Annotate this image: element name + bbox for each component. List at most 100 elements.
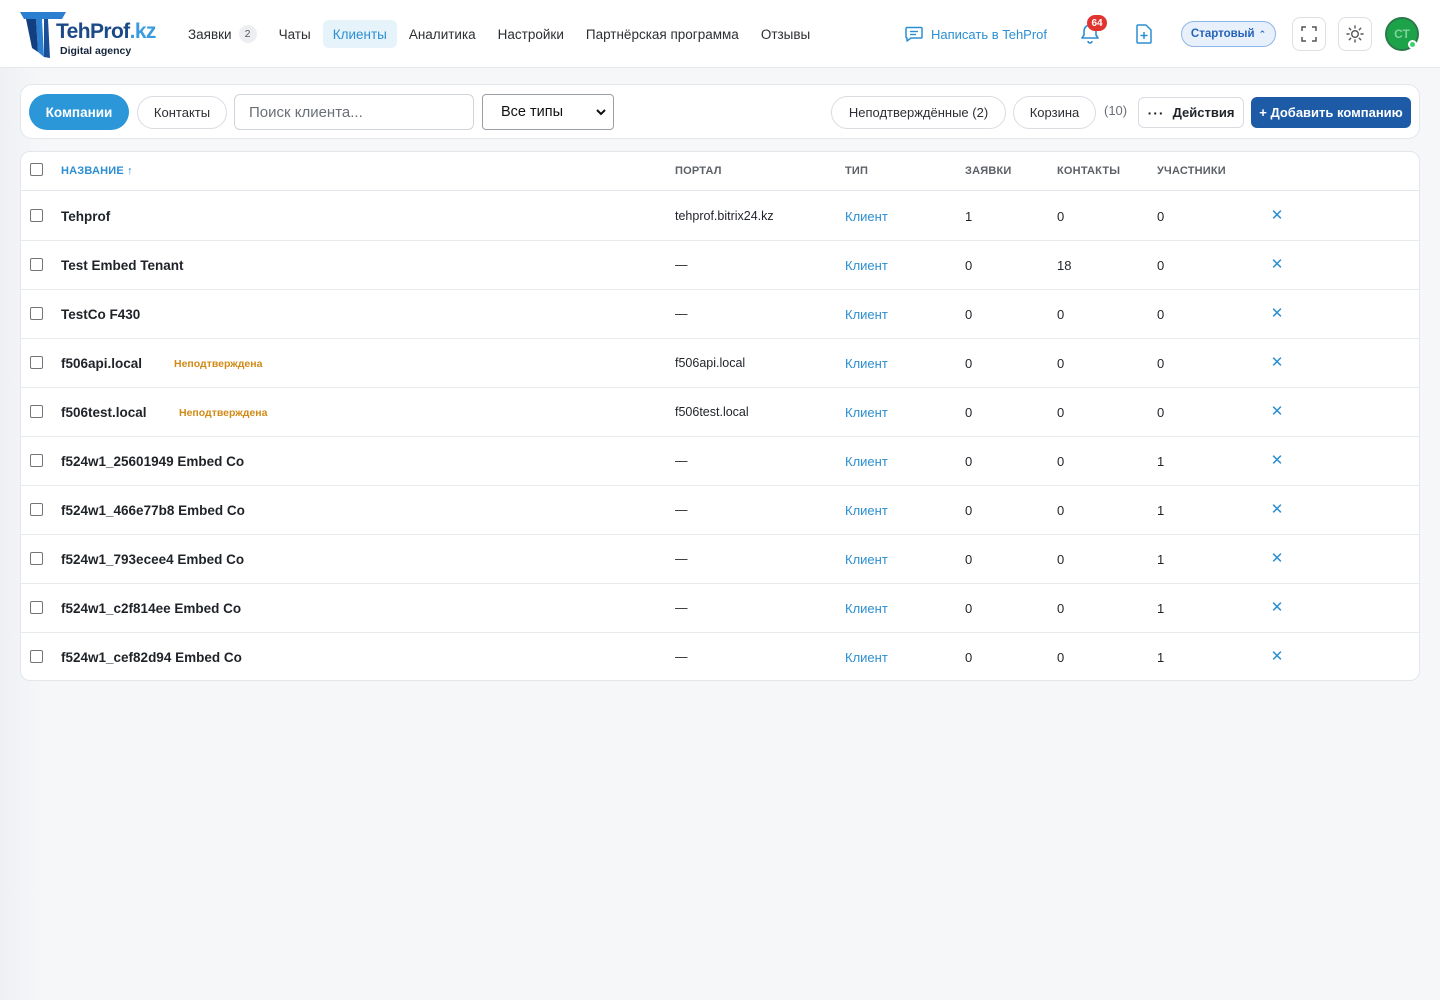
theme-toggle-button[interactable] [1338,17,1372,51]
close-icon: ✕ [1270,305,1284,322]
row-checkbox[interactable] [30,209,43,222]
table-row[interactable]: f524w1_cef82d94 Embed Co — Клиент 0 0 1 ✕ [21,633,1419,680]
table-row[interactable]: f506api.local Неподтверждена f506api.local… [21,339,1419,388]
main-nav: Заявки 2 Чаты Клиенты Аналитика Настройк… [178,20,822,48]
column-header-name[interactable]: НАЗВАНИЕ ↑ [61,165,133,177]
company-type[interactable]: Клиент [845,503,888,518]
close-icon: ✕ [1270,207,1284,224]
actions-button[interactable]: ··· Действия [1138,97,1244,128]
company-contacts: 18 [1057,258,1072,273]
company-name[interactable]: Test Embed Tenant [61,258,184,273]
company-members: 0 [1157,209,1165,224]
nav-item-clients[interactable]: Клиенты [322,20,397,48]
table-row[interactable]: f524w1_793ecee4 Embed Co — Клиент 0 0 1 ✕ [21,535,1419,584]
company-portal: — [675,454,688,468]
company-contacts: 0 [1057,454,1065,469]
company-members: 1 [1157,601,1165,616]
company-name[interactable]: f524w1_cef82d94 Embed Co [61,650,242,665]
write-to-tehprof-link[interactable]: Написать в TehProf [905,24,1047,44]
table-header: НАЗВАНИЕ ↑ ПОРТАЛ ТИП ЗАЯВКИ КОНТАКТЫ УЧ… [21,152,1419,191]
company-contacts: 0 [1057,503,1065,518]
company-name[interactable]: f524w1_25601949 Embed Co [61,454,244,469]
add-company-button[interactable]: + Добавить компанию [1251,97,1411,128]
table-row[interactable]: f524w1_25601949 Embed Co — Клиент 0 0 1 ✕ [21,437,1419,486]
tab-contacts[interactable]: Контакты [137,96,227,129]
company-type[interactable]: Клиент [845,258,888,273]
nav-item-label: Отзывы [760,26,811,42]
company-name[interactable]: f524w1_793ecee4 Embed Co [61,552,244,567]
fullscreen-button[interactable] [1292,17,1326,51]
column-header-contacts: КОНТАКТЫ [1057,165,1121,177]
company-name[interactable]: TestCo F430 [61,307,140,322]
table-row[interactable]: Tehprof tehprof.bitrix24.kz Клиент 1 0 0 ✕ [21,192,1419,241]
delete-row-button[interactable]: ✕ [1270,403,1284,420]
company-name[interactable]: f506test.local [61,405,147,420]
table-row[interactable]: f524w1_c2f814ee Embed Co — Клиент 0 0 1 ✕ [21,584,1419,633]
table-row[interactable]: Test Embed Tenant — Клиент 0 18 0 ✕ [21,241,1419,290]
table-row[interactable]: f524w1_466e77b8 Embed Co — Клиент 0 0 1 ✕ [21,486,1419,535]
type-filter-select[interactable]: Все типы [482,94,614,130]
company-name[interactable]: f524w1_466e77b8 Embed Co [61,503,245,518]
delete-row-button[interactable]: ✕ [1270,256,1284,273]
company-portal: — [675,307,688,321]
delete-row-button[interactable]: ✕ [1270,648,1284,665]
nav-item-analytics[interactable]: Аналитика [399,20,486,48]
company-members: 1 [1157,503,1165,518]
delete-row-button[interactable]: ✕ [1270,354,1284,371]
row-checkbox[interactable] [30,454,43,467]
tab-companies[interactable]: Компании [29,94,129,130]
row-checkbox[interactable] [30,258,43,271]
trash-button[interactable]: Корзина [1013,96,1096,129]
nav-item-reviews[interactable]: Отзывы [751,20,820,48]
row-checkbox[interactable] [30,503,43,516]
company-type[interactable]: Клиент [845,307,888,322]
company-type[interactable]: Клиент [845,650,888,665]
row-checkbox[interactable] [30,601,43,614]
delete-row-button[interactable]: ✕ [1270,599,1284,616]
company-type[interactable]: Клиент [845,209,888,224]
nav-item-settings[interactable]: Настройки [488,20,574,48]
table-row[interactable]: f506test.local Неподтверждена f506test.loc… [21,388,1419,437]
company-contacts: 0 [1057,405,1065,420]
row-checkbox[interactable] [30,552,43,565]
plan-selector[interactable]: Стартовый ⌃ [1181,21,1276,47]
company-type[interactable]: Клиент [845,601,888,616]
chevron-down-icon [596,109,606,116]
logo[interactable]: TehProf.kz Digital agency [18,10,163,60]
company-portal: — [675,258,688,272]
company-name[interactable]: f524w1_c2f814ee Embed Co [61,601,241,616]
unconfirmed-filter-button[interactable]: Неподтверждённые (2) [831,96,1006,129]
company-type[interactable]: Клиент [845,552,888,567]
row-checkbox[interactable] [30,405,43,418]
nav-item-requests[interactable]: Заявки 2 [178,20,267,48]
logo-text: TehProf.kz [56,20,156,43]
row-checkbox[interactable] [30,356,43,369]
notifications-count-badge: 64 [1087,15,1107,31]
company-type[interactable]: Клиент [845,356,888,371]
online-status-dot [1408,40,1417,49]
company-type[interactable]: Клиент [845,454,888,469]
select-all-checkbox[interactable] [30,163,43,176]
write-link-label: Написать в TehProf [931,26,1048,42]
delete-row-button[interactable]: ✕ [1270,452,1284,469]
delete-row-button[interactable]: ✕ [1270,501,1284,518]
table-row[interactable]: TestCo F430 — Клиент 0 0 0 ✕ [21,290,1419,339]
company-name[interactable]: Tehprof [61,209,110,224]
row-checkbox[interactable] [30,307,43,320]
delete-row-button[interactable]: ✕ [1270,305,1284,322]
company-name[interactable]: f506api.local [61,356,142,371]
company-portal: tehprof.bitrix24.kz [675,209,774,223]
company-contacts: 0 [1057,209,1065,224]
sun-icon [1346,25,1364,43]
delete-row-button[interactable]: ✕ [1270,207,1284,224]
company-portal: f506api.local [675,356,746,370]
new-document-button[interactable] [1134,23,1154,45]
nav-item-partner-program[interactable]: Партнёрская программа [576,20,749,48]
company-type[interactable]: Клиент [845,405,888,420]
logo-tagline: Digital agency [60,45,132,57]
row-checkbox[interactable] [30,650,43,663]
delete-row-button[interactable]: ✕ [1270,550,1284,567]
close-icon: ✕ [1270,648,1284,665]
client-search-input[interactable] [234,94,474,130]
nav-item-chats[interactable]: Чаты [269,20,321,48]
